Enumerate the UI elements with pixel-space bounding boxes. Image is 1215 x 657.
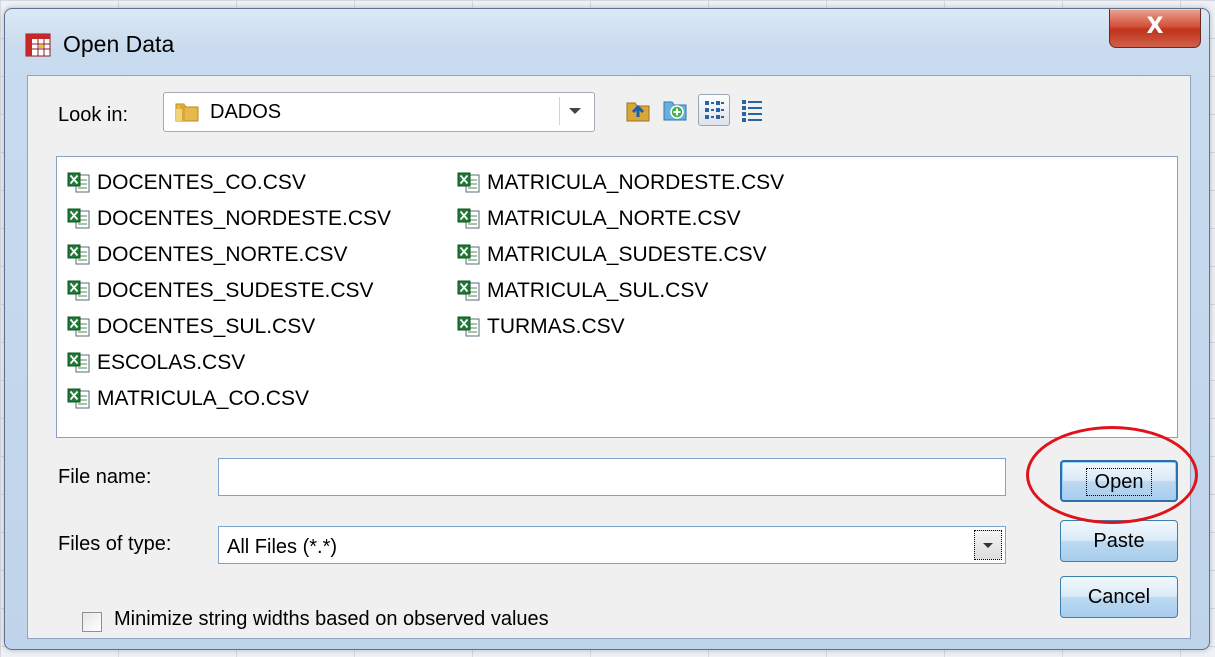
cancel-button[interactable]: Cancel (1060, 576, 1178, 618)
look-in-value: DADOS (210, 101, 282, 123)
file-item-name: MATRICULA_NORTE.CSV (487, 207, 741, 230)
file-type-dropdown[interactable]: All Files (*.*) (218, 526, 1006, 564)
open-button-label: Open (1085, 468, 1153, 496)
file-item[interactable]: DOCENTES_CO.CSV (67, 165, 391, 201)
file-item-name: TURMAS.CSV (487, 315, 625, 338)
file-item[interactable]: ESCOLAS.CSV (67, 345, 391, 381)
new-folder-button[interactable] (660, 94, 692, 126)
title-bar[interactable]: Open Data X (5, 9, 1209, 75)
file-item[interactable]: MATRICULA_NORTE.CSV (457, 201, 784, 237)
file-item[interactable]: MATRICULA_SUL.CSV (457, 273, 784, 309)
toolbar (622, 94, 768, 126)
file-item-name: MATRICULA_NORDESTE.CSV (487, 171, 785, 194)
paste-button-label: Paste (1093, 530, 1145, 552)
new-folder-icon (663, 101, 687, 121)
file-item-name: MATRICULA_SUDESTE.CSV (487, 243, 767, 266)
file-item-name: DOCENTES_SUL.CSV (97, 315, 316, 338)
file-item-name: DOCENTES_CO.CSV (97, 171, 306, 194)
csv-file-icon (457, 280, 480, 301)
file-name-label: File name: (58, 466, 152, 488)
list-view-button[interactable] (698, 94, 730, 126)
look-in-dropdown[interactable]: DADOS (163, 92, 595, 132)
look-in-label: Look in: (58, 104, 129, 126)
csv-file-icon (67, 388, 90, 409)
cancel-button-label: Cancel (1087, 586, 1151, 608)
paste-button[interactable]: Paste (1060, 520, 1178, 562)
data-table-icon (25, 33, 51, 57)
file-item-name: MATRICULA_SUL.CSV (487, 279, 709, 302)
open-data-dialog: Open Data X Look in: DADOS DOCENTES_CO.C… (4, 8, 1210, 650)
close-button[interactable]: X (1109, 9, 1201, 48)
file-type-dropdown-button[interactable] (974, 530, 1002, 560)
csv-file-icon (457, 172, 480, 193)
csv-file-icon (457, 316, 480, 337)
file-item-name: ESCOLAS.CSV (97, 351, 246, 374)
chevron-down-icon[interactable] (559, 97, 590, 125)
up-folder-button[interactable] (622, 94, 654, 126)
dialog-body: Look in: DADOS DOCENTES_CO.CSV DOCENTES_… (27, 75, 1198, 639)
file-column-2: MATRICULA_NORDESTE.CSV MATRICULA_NORTE.CS… (457, 165, 784, 345)
details-view-icon (742, 100, 762, 122)
minimize-string-widths-checkbox[interactable] (82, 612, 102, 632)
csv-file-icon (67, 280, 90, 301)
file-item[interactable]: MATRICULA_CO.CSV (67, 381, 391, 417)
list-view-icon (705, 101, 724, 119)
file-item[interactable]: DOCENTES_SUL.CSV (67, 309, 391, 345)
file-item-name: DOCENTES_NORDESTE.CSV (97, 207, 392, 230)
dialog-title: Open Data (63, 31, 175, 57)
up-folder-icon (626, 102, 650, 122)
file-item[interactable]: DOCENTES_NORTE.CSV (67, 237, 391, 273)
csv-file-icon (67, 316, 90, 337)
details-view-button[interactable] (736, 94, 768, 126)
file-item[interactable]: DOCENTES_SUDESTE.CSV (67, 273, 391, 309)
close-icon: X (1146, 14, 1164, 39)
csv-file-icon (67, 208, 90, 229)
file-type-value: All Files (*.*) (227, 536, 338, 558)
file-list[interactable]: DOCENTES_CO.CSV DOCENTES_NORDESTE.CSV DOCE… (56, 156, 1178, 438)
open-button[interactable]: Open (1060, 460, 1178, 502)
file-item[interactable]: TURMAS.CSV (457, 309, 784, 345)
csv-file-icon (67, 244, 90, 265)
minimize-string-widths-label[interactable]: Minimize string widths based on observed… (114, 608, 549, 631)
file-name-input[interactable] (218, 458, 1006, 496)
file-item[interactable]: MATRICULA_SUDESTE.CSV (457, 237, 784, 273)
file-item-name: MATRICULA_CO.CSV (97, 387, 309, 410)
csv-file-icon (67, 172, 90, 193)
file-type-label: Files of type: (58, 533, 172, 555)
file-item[interactable]: MATRICULA_NORDESTE.CSV (457, 165, 784, 201)
csv-file-icon (457, 244, 480, 265)
csv-file-icon (457, 208, 480, 229)
file-item-name: DOCENTES_SUDESTE.CSV (97, 279, 374, 302)
file-item[interactable]: DOCENTES_NORDESTE.CSV (67, 201, 391, 237)
file-column-1: DOCENTES_CO.CSV DOCENTES_NORDESTE.CSV DOCE… (67, 165, 391, 417)
file-item-name: DOCENTES_NORTE.CSV (97, 243, 348, 266)
chevron-down-icon (983, 543, 993, 548)
csv-file-icon (67, 352, 90, 373)
folder-icon (175, 103, 199, 122)
